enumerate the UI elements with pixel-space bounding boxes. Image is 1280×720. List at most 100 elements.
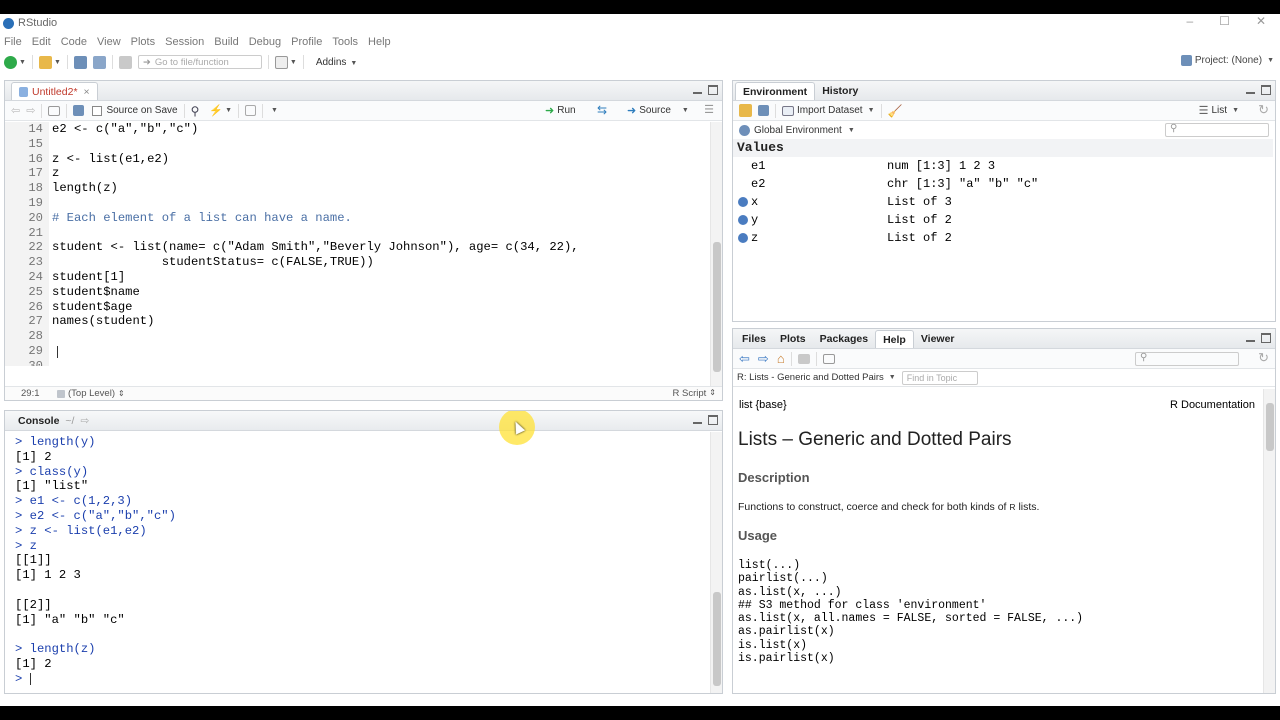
help-content[interactable]: list {base} R Documentation Lists – Gene… xyxy=(733,389,1263,693)
help-search-input[interactable]: ⚲ xyxy=(1135,352,1239,366)
print-icon[interactable] xyxy=(118,55,132,69)
save-icon[interactable] xyxy=(73,105,85,116)
tab-console[interactable]: Console ~/ ⇨ xyxy=(11,412,96,430)
go-to-file-input[interactable]: ➜ Go to file/function xyxy=(137,55,262,69)
menu-plots[interactable]: Plots xyxy=(126,36,160,48)
back-arrow-icon[interactable]: ⇦ xyxy=(739,351,750,367)
chevron-down-icon[interactable]: ▼ xyxy=(19,59,26,66)
search-icon[interactable]: ⚲ xyxy=(191,104,200,118)
tab-packages[interactable]: Packages xyxy=(813,330,875,348)
minimize-pane-icon[interactable] xyxy=(693,85,702,94)
refresh-icon[interactable]: ↻ xyxy=(1258,102,1269,118)
minimize-pane-icon[interactable] xyxy=(1246,333,1255,342)
tab-help[interactable]: Help xyxy=(875,330,914,348)
scrollbar-thumb[interactable] xyxy=(713,592,721,686)
environment-search-input[interactable]: ⚲ xyxy=(1165,123,1269,137)
close-window-button[interactable]: ✕ xyxy=(1256,14,1266,28)
chevron-down-icon[interactable]: ▼ xyxy=(225,107,232,114)
line-number: 28 xyxy=(28,329,43,344)
refresh-icon[interactable]: ↻ xyxy=(1258,350,1269,366)
expand-icon[interactable] xyxy=(738,215,748,225)
minimize-pane-icon[interactable] xyxy=(1246,85,1255,94)
forward-arrow-icon[interactable]: ⇨ xyxy=(758,351,769,367)
scope-label[interactable]: (Top Level) ⇕ xyxy=(57,388,125,399)
menu-code[interactable]: Code xyxy=(56,36,92,48)
home-icon[interactable]: ⌂ xyxy=(777,351,785,366)
menu-edit[interactable]: Edit xyxy=(27,36,56,48)
grid-layout-icon[interactable] xyxy=(274,55,288,69)
scope-select[interactable]: Global Environment ▼ xyxy=(739,124,855,136)
tab-files[interactable]: Files xyxy=(735,330,773,348)
chevron-down-icon[interactable]: ▼ xyxy=(271,107,278,114)
show-in-window-icon[interactable] xyxy=(822,353,835,364)
save-all-icon[interactable] xyxy=(92,55,106,69)
env-row[interactable]: x List of 3 xyxy=(733,193,1273,211)
minimize-button[interactable]: – xyxy=(1186,14,1193,28)
file-type-menu[interactable]: R Script ⇕ xyxy=(673,388,717,399)
open-folder-icon[interactable] xyxy=(38,55,52,69)
tab-untitled2[interactable]: Untitled2* × xyxy=(11,82,98,100)
maximize-pane-icon[interactable] xyxy=(708,415,718,425)
rerun-icon[interactable]: ⇆ xyxy=(597,103,607,117)
close-icon[interactable]: × xyxy=(84,86,90,98)
env-row[interactable]: y List of 2 xyxy=(733,211,1273,229)
maximize-pane-icon[interactable] xyxy=(1261,85,1271,95)
console-line: > length(y) xyxy=(15,435,96,449)
console-prompt-line[interactable]: > xyxy=(5,672,705,687)
help-scrollbar[interactable] xyxy=(1263,389,1275,693)
menu-profile[interactable]: Profile xyxy=(286,36,327,48)
console-scrollbar[interactable] xyxy=(710,432,722,693)
go-to-directory-icon[interactable]: ⇨ xyxy=(80,415,89,427)
save-workspace-icon[interactable] xyxy=(758,105,769,116)
run-button[interactable]: ➜ Run xyxy=(545,104,576,117)
expand-icon[interactable] xyxy=(738,233,748,243)
menu-session[interactable]: Session xyxy=(160,36,209,48)
scrollbar-thumb[interactable] xyxy=(713,242,721,372)
save-icon[interactable] xyxy=(73,55,87,69)
console-output[interactable]: > length(y) [1] 2 > class(y) [1] "list" … xyxy=(5,435,705,687)
view-mode-select[interactable]: ☰ List ▼ xyxy=(1199,104,1239,117)
tab-plots[interactable]: Plots xyxy=(773,330,813,348)
tab-viewer[interactable]: Viewer xyxy=(914,330,962,348)
broom-icon[interactable]: 🧹 xyxy=(888,104,903,118)
magic-wand-icon[interactable]: ⚡ xyxy=(209,104,223,117)
print-icon[interactable] xyxy=(797,353,810,364)
console-line: [1] "list" xyxy=(15,479,89,494)
tab-environment[interactable]: Environment xyxy=(735,82,816,100)
editor-scrollbar[interactable] xyxy=(710,122,722,386)
outline-icon[interactable]: ☰ xyxy=(704,103,714,116)
compile-report-icon[interactable] xyxy=(245,105,257,116)
new-file-icon[interactable] xyxy=(4,55,17,69)
load-workspace-icon[interactable] xyxy=(739,104,752,117)
topic-select[interactable]: R: Lists - Generic and Dotted Pairs ▼ xyxy=(737,372,896,383)
expand-icon[interactable] xyxy=(738,197,748,207)
menu-view[interactable]: View xyxy=(92,36,126,48)
maximize-pane-icon[interactable] xyxy=(708,85,718,95)
minimize-pane-icon[interactable] xyxy=(693,415,702,424)
env-row[interactable]: z List of 2 xyxy=(733,229,1273,247)
maximize-pane-icon[interactable] xyxy=(1261,333,1271,343)
scrollbar-thumb[interactable] xyxy=(1266,403,1274,451)
show-in-window-icon[interactable] xyxy=(48,105,61,116)
tab-history[interactable]: History xyxy=(815,82,865,100)
chevron-down-icon[interactable]: ▼ xyxy=(290,59,297,66)
source-button[interactable]: ➜ Source ▼ xyxy=(627,104,689,117)
menu-debug[interactable]: Debug xyxy=(244,36,286,48)
env-row[interactable]: e2 chr [1:3] "a" "b" "c" xyxy=(733,175,1273,193)
go-to-arrow-icon: ➜ xyxy=(142,56,151,68)
menu-help[interactable]: Help xyxy=(363,36,396,48)
project-menu[interactable]: Project: (None) ▼ xyxy=(1180,55,1274,66)
find-in-topic-input[interactable]: Find in Topic xyxy=(901,370,978,385)
menu-build[interactable]: Build xyxy=(209,36,243,48)
code-area[interactable]: 14 e2 <- c("a","b","c") 15 16 z <- list(e1… xyxy=(5,122,714,366)
forward-arrow-icon[interactable]: ⇨ xyxy=(26,104,35,117)
chevron-down-icon[interactable]: ▼ xyxy=(54,59,61,66)
addins-button[interactable]: Addins ▼ xyxy=(316,57,357,68)
import-dataset-button[interactable]: Import Dataset ▼ xyxy=(782,105,875,116)
env-row[interactable]: e1 num [1:3] 1 2 3 xyxy=(733,157,1273,175)
back-arrow-icon[interactable]: ⇦ xyxy=(11,104,20,117)
menu-file[interactable]: File xyxy=(0,36,27,48)
source-on-save-checkbox[interactable] xyxy=(92,105,103,116)
maximize-button[interactable]: ☐ xyxy=(1219,14,1230,28)
menu-tools[interactable]: Tools xyxy=(327,36,363,48)
